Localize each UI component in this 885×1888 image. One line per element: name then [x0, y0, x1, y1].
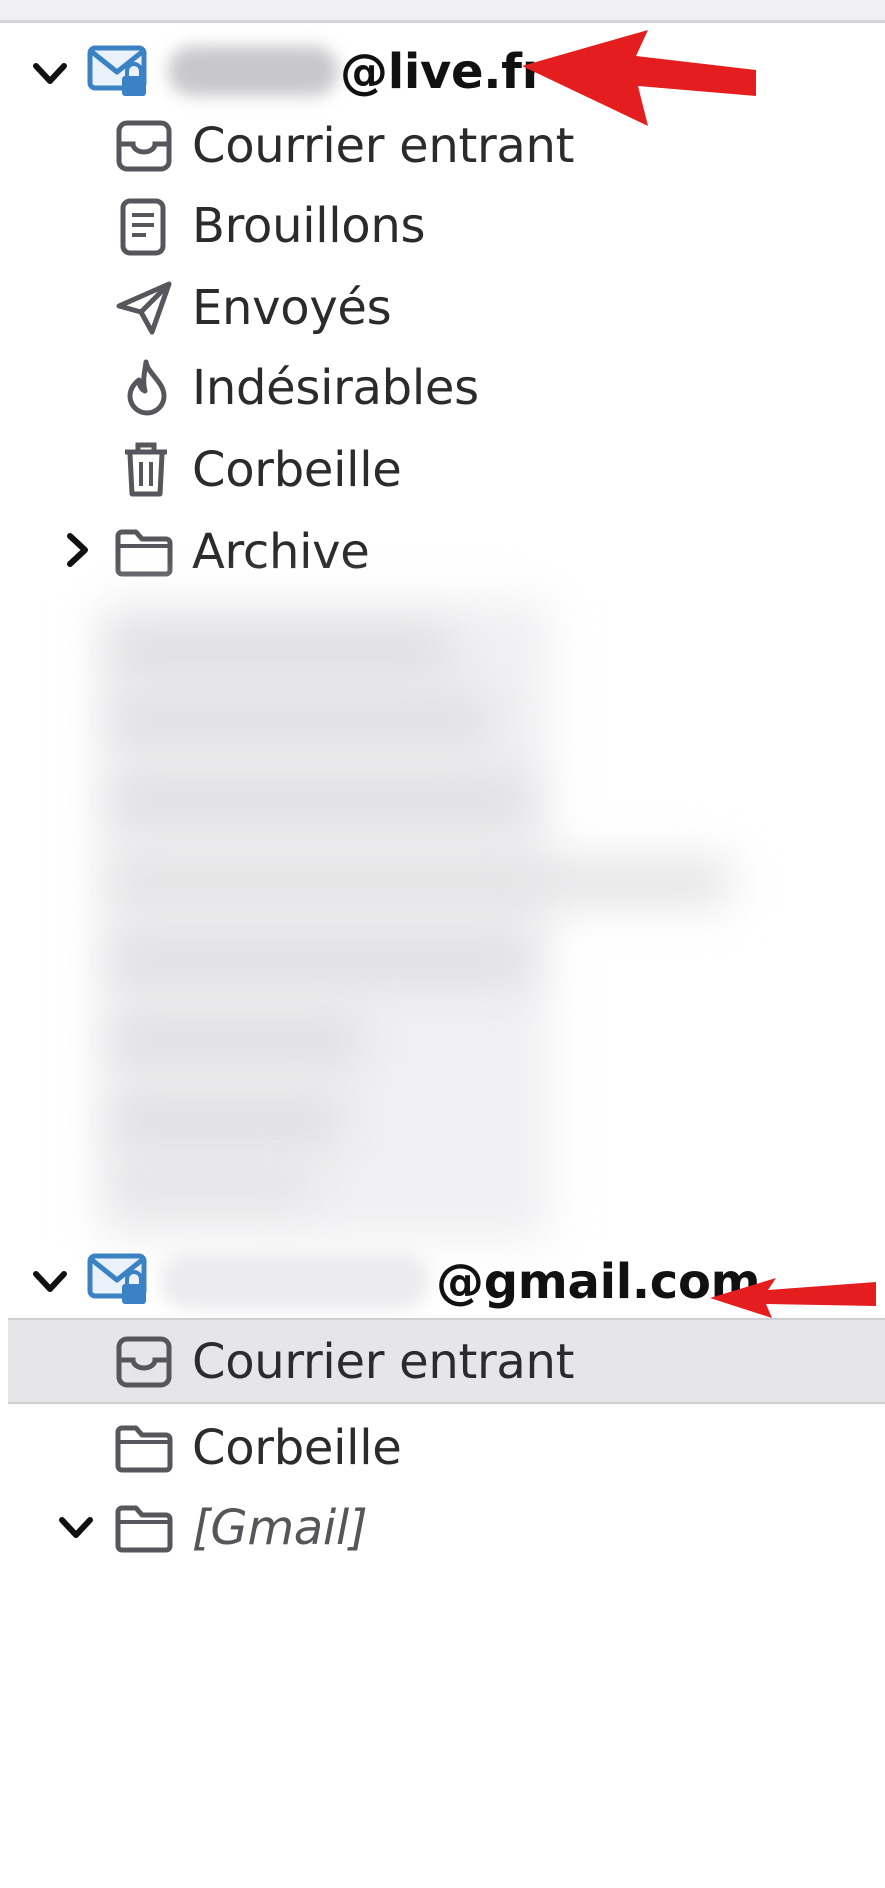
folder-label: Courrier entrant [192, 118, 575, 174]
account-name-redacted [160, 1252, 430, 1310]
folder-label: [Gmail] [192, 1500, 368, 1556]
pane-top-border [0, 0, 885, 23]
account-mail-icon [86, 42, 150, 102]
folder-label: Corbeille [192, 1420, 402, 1476]
folder-row-inbox[interactable]: Courrier entrant [8, 1318, 885, 1404]
folder-icon [114, 1424, 174, 1474]
account-domain-label: @live.fr [340, 44, 546, 100]
inbox-icon [116, 120, 172, 172]
folder-label: Brouillons [192, 198, 426, 254]
folder-icon [114, 528, 174, 578]
folder-label: Corbeille [192, 442, 402, 498]
folder-row-archive[interactable]: Archive [0, 504, 885, 600]
account-mail-icon [86, 1250, 150, 1310]
account-name-redacted [168, 46, 338, 96]
folder-icon [114, 1504, 174, 1554]
chevron-right-icon[interactable] [58, 530, 98, 570]
folder-label: Courrier entrant [192, 1334, 575, 1390]
trash-icon [122, 440, 170, 500]
chevron-down-icon[interactable] [30, 54, 70, 94]
sent-icon [114, 280, 174, 336]
folder-label: Indésirables [192, 360, 479, 416]
folder-label: Envoyés [192, 280, 392, 336]
junk-icon [124, 358, 170, 418]
chevron-down-icon[interactable] [56, 1508, 96, 1548]
folder-row-gmail[interactable]: [Gmail] [0, 1480, 885, 1576]
inbox-icon [116, 1336, 172, 1388]
drafts-icon [120, 198, 166, 256]
chevron-down-icon[interactable] [30, 1262, 70, 1302]
folder-label: Archive [192, 524, 370, 580]
